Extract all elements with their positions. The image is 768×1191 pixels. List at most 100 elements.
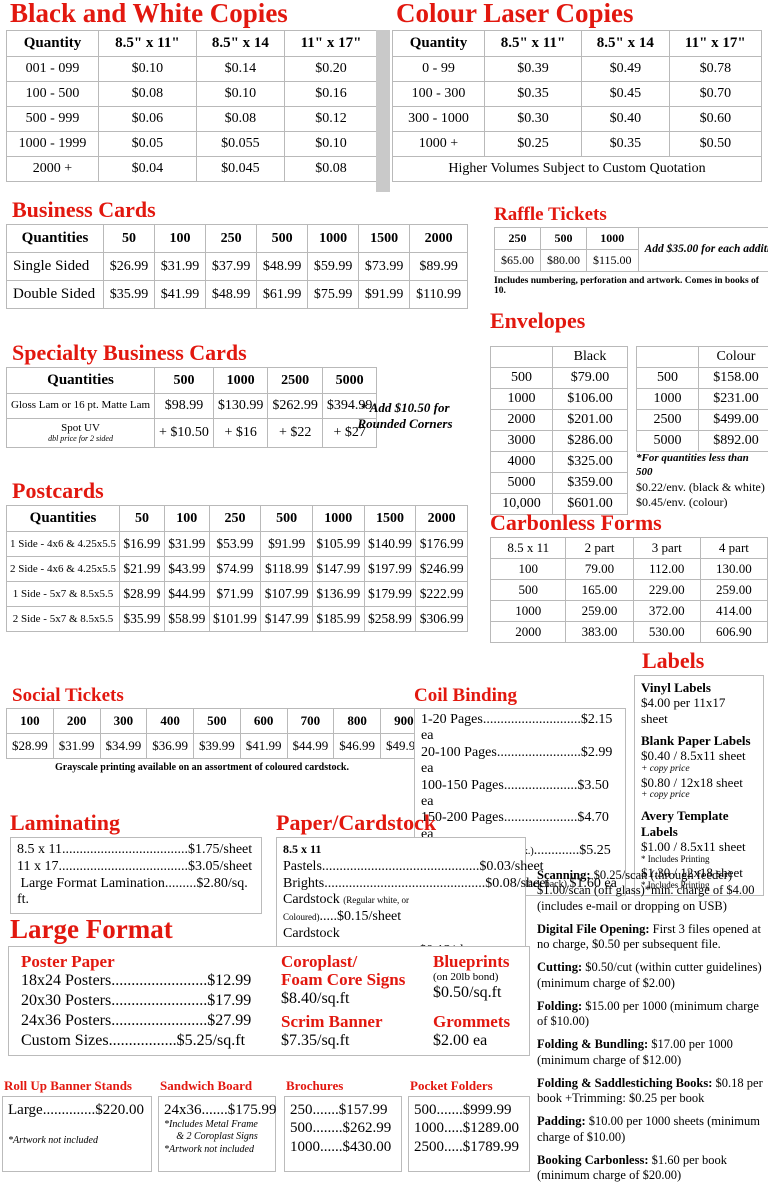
cell-price: $158.00: [699, 368, 768, 389]
price-line-value: $1289.00: [463, 1120, 519, 1136]
cell-quantity: 0 - 99: [393, 57, 485, 82]
table-row: 1000 $106.00: [491, 389, 628, 410]
roll-up-banner-box: Large..............$220.00 *Artwork not …: [2, 1096, 152, 1172]
column-header: Quantity: [7, 31, 99, 57]
row-label-subtext: dbl price for 2 sided: [11, 435, 150, 443]
section-title-coil-binding: Coil Binding: [414, 686, 626, 705]
table-row: 5000 $359.00: [491, 473, 628, 494]
price-line: 18x24 Posters........................$12…: [21, 971, 281, 991]
box-title: Sandwich Board: [160, 1078, 276, 1094]
blueprints-heading: Blueprints: [433, 953, 533, 971]
section-laminating: Laminating 8.5 x 11.....................…: [10, 812, 262, 914]
section-labels: Labels Vinyl Labels $4.00 per 11x17 shee…: [634, 650, 764, 896]
cell-empty: [491, 347, 553, 368]
cell-price: $89.99: [410, 253, 468, 281]
cell-price: 165.00: [566, 580, 633, 601]
dots: .................: [109, 1032, 177, 1049]
cell-price: + $22: [268, 419, 323, 448]
large-format-box: Poster Paper 18x24 Posters..............…: [8, 946, 530, 1056]
table-row: 2 Side - 5x7 & 8.5x5.5 $35.99 $58.99 $10…: [7, 607, 468, 632]
row-label: 1 Side - 5x7 & 8.5x5.5: [7, 582, 120, 607]
service-item: Folding: $15.00 per 1000 (minimum charge…: [537, 999, 765, 1030]
section-large-format: Large Format Poster Paper 18x24 Posters.…: [8, 916, 530, 1056]
pocket-folders-box: 500.......$999.99 1000.....$1289.00 2500…: [408, 1096, 530, 1172]
cell-price: $115.00: [587, 250, 639, 272]
paper-subtitle: 8.5 x 11: [283, 842, 321, 856]
section-title-large-format: Large Format: [10, 916, 530, 943]
column-header: 600: [240, 709, 287, 734]
dots: .....................: [504, 778, 578, 793]
column-header: 3 part: [633, 538, 700, 559]
brochures-box: 250.......$157.99 500........$262.99 100…: [284, 1096, 402, 1172]
column-header: 500: [541, 228, 587, 250]
price-line-value: $12.99: [207, 972, 251, 989]
cell-price: $58.99: [164, 607, 209, 632]
cell-price: $0.06: [99, 107, 197, 132]
dots: ..............: [43, 1102, 96, 1118]
cell-price: $0.08: [284, 157, 377, 182]
box-note: & 2 Coroplast Signs: [164, 1131, 270, 1143]
cell-price: $325.00: [553, 452, 628, 473]
service-item: Folding & Saddlestiching Books: $0.18 pe…: [537, 1076, 765, 1107]
section-social-tickets: Social Tickets 100 200 300 400 500 600 7…: [6, 686, 406, 773]
price-line: 24x36 Posters........................$27…: [21, 1011, 281, 1031]
price-line: 8.5 x 11................................…: [17, 842, 255, 859]
column-header: 500: [155, 368, 214, 394]
table-header-row: Black: [491, 347, 628, 368]
cell-price: $0.16: [284, 82, 377, 107]
price-line-label: 2500: [414, 1139, 444, 1155]
row-label: Double Sided: [7, 281, 104, 309]
cell-price: $0.05: [99, 132, 197, 157]
cell-price: 229.00: [633, 580, 700, 601]
cell-price: $36.99: [147, 734, 194, 759]
large-format-scrim-banner: Scrim Banner $7.35/sq.ft: [281, 1013, 429, 1051]
price-line-value: $1.75/sheet: [188, 842, 252, 857]
box-note: *Includes Metal Frame: [164, 1119, 270, 1131]
price-line-label: 20-100 Pages: [421, 745, 497, 760]
section-roll-up-banner-stands: Roll Up Banner Stands Large.............…: [2, 1078, 152, 1172]
table-row-footer: Higher Volumes Subject to Custom Quotati…: [393, 157, 762, 182]
cell-price: $0.10: [284, 132, 377, 157]
cell-price: 79.00: [566, 559, 633, 580]
cell-price: $98.99: [155, 394, 214, 419]
cell-price: $0.40: [582, 107, 670, 132]
price-line-label: Large: [8, 1102, 43, 1118]
column-header: 50: [120, 506, 165, 532]
table-row: 100 79.00 112.00 130.00: [491, 559, 768, 580]
table-row: Gloss Lam or 16 pt. Matte Lam $98.99 $13…: [7, 394, 377, 419]
cell-price: $39.99: [194, 734, 241, 759]
dots: .......: [437, 1102, 463, 1118]
cell-quantity: 1000: [491, 601, 566, 622]
envelopes-small-qty-note: *For quantities less than 500 $0.22/env.…: [636, 452, 768, 510]
price-line: Large Format Lamination.........$2.80/sq…: [17, 876, 255, 910]
table-header-row: Quantity 8.5" x 11" 8.5" x 14 11" x 17": [393, 31, 762, 57]
service-item: Folding & Bundling: $17.00 per 1000 (min…: [537, 1037, 765, 1068]
cell-price: $75.99: [308, 281, 359, 309]
cell-quantity: 1000: [491, 389, 553, 410]
table-row: 3000 $286.00: [491, 431, 628, 452]
spacer: [8, 1119, 146, 1135]
cell-price: $41.99: [155, 281, 206, 309]
price-line-value: $157.99: [339, 1102, 388, 1118]
scrim-heading: Scrim Banner: [281, 1013, 429, 1031]
price-line: 500........$262.99: [290, 1119, 396, 1137]
column-header: 8.5 x 11: [491, 538, 566, 559]
table-header-row: 8.5 x 11 2 part 3 part 4 part: [491, 538, 768, 559]
column-header-colour: Colour: [699, 347, 768, 368]
cell-price: $91.99: [261, 532, 313, 557]
cell-price: $0.14: [196, 57, 284, 82]
table-row: Double Sided $35.99 $41.99 $48.99 $61.99…: [7, 281, 468, 309]
table-envelopes-black: Black 500 $79.00 1000 $106.00 2000 $201.…: [490, 346, 628, 515]
cell-price: $0.78: [669, 57, 761, 82]
coroplast-heading-line1: Coroplast/: [281, 953, 429, 971]
cell-price: $0.35: [582, 132, 670, 157]
section-title-colour-laser-copies: Colour Laser Copies: [396, 0, 762, 27]
section-pocket-folders: Pocket Folders 500.......$999.99 1000...…: [408, 1078, 530, 1172]
cell-price: $37.99: [206, 253, 257, 281]
price-line: 500.......$999.99: [414, 1101, 524, 1119]
cell-price: $231.00: [699, 389, 768, 410]
cell-price: $48.99: [206, 281, 257, 309]
column-header: 500: [194, 709, 241, 734]
spacer: [641, 726, 757, 733]
envelopes-note-line: $0.22/env. (black & white): [636, 480, 768, 495]
